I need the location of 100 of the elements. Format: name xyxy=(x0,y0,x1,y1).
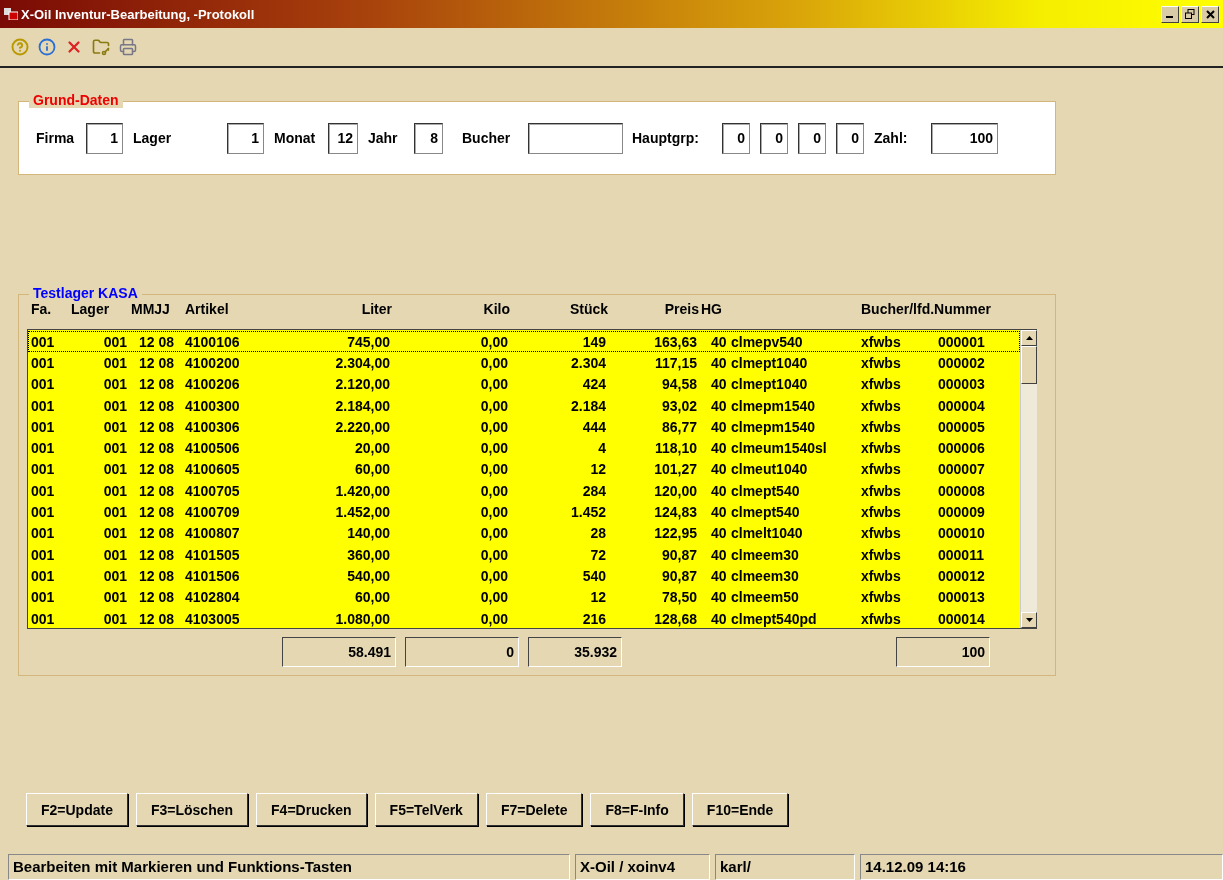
price-cell-text: 163,63 xyxy=(653,333,698,350)
keys-button[interactable] xyxy=(91,37,111,57)
list-row[interactable]: 001 001 12 08 4101505 360,00 0,00 72 90,87 40 clmeem30 xfwbs 000011 xyxy=(28,543,1020,566)
list-row[interactable]: 001 001 12 08 4100200 2.304,00 0,00 2.304 117,15 40 clmept1040 xfwbs 000002 xyxy=(28,352,1020,374)
user-cell-text: xfwbs xyxy=(861,546,902,563)
company-cell-text: 001 xyxy=(31,461,56,478)
price-cell-text: 118,10 xyxy=(653,440,698,457)
price-cell-text: 93,02 xyxy=(660,397,698,414)
column-header: HG xyxy=(701,301,723,319)
scroll-thumb[interactable] xyxy=(1021,346,1037,384)
kilo-cell-text: 0,00 xyxy=(479,461,509,478)
list-row[interactable]: 001 001 12 08 4100206 2.120,00 0,00 424 94,58 40 clmept1040 xfwbs 000003 xyxy=(28,373,1020,395)
number-cell-text: 000006 xyxy=(938,440,986,457)
price-cell-text: 90,87 xyxy=(660,546,698,563)
list-row[interactable]: 001 001 12 08 4101506 540,00 0,00 540 90,87 40 clmeem30 xfwbs 000012 xyxy=(28,565,1020,587)
period-cell-text: 12 08 xyxy=(138,440,176,457)
count-total: 100 xyxy=(896,637,990,667)
liter-cell-text: 2.184,00 xyxy=(334,397,391,414)
company-cell-text: 001 xyxy=(31,589,56,606)
company-cell-text: 001 xyxy=(31,397,56,414)
input-field[interactable]: 8 xyxy=(414,122,443,154)
column-header: Lager xyxy=(71,301,111,319)
list-row[interactable]: 001 001 12 08 4100705 1.420,00 0,00 284 120,00 40 clmept540 xfwbs 000008 xyxy=(28,480,1020,502)
input-field[interactable]: 0 xyxy=(760,122,788,154)
print-button[interactable] xyxy=(118,37,138,57)
restore-icon xyxy=(1185,9,1195,19)
function-key-button[interactable]: F2=Update xyxy=(26,793,128,826)
group-cell-text: 40 xyxy=(710,504,728,520)
kilo-cell-text: 0,00 xyxy=(479,504,509,520)
period-cell-text: 12 08 xyxy=(138,397,176,414)
restore-button[interactable] xyxy=(1181,5,1199,23)
liter-cell-text: 60,00 xyxy=(353,589,391,606)
number-cell-text: 000010 xyxy=(938,525,986,542)
list-row[interactable]: 001 001 12 08 4100807 140,00 0,00 28 122,95 40 clmelt1040 xfwbs 000010 xyxy=(28,522,1020,544)
company-cell-text: 001 xyxy=(31,482,56,499)
folder-key-icon xyxy=(92,38,110,56)
liter-cell-text: 2.120,00 xyxy=(334,376,391,393)
user-cell-text: xfwbs xyxy=(861,610,902,627)
column-header: Stück xyxy=(568,301,609,319)
function-key-button[interactable]: F3=Löschen xyxy=(135,793,249,826)
up-arrow-icon xyxy=(1025,336,1033,340)
user-cell-text: xfwbs xyxy=(861,354,902,371)
info-button[interactable] xyxy=(37,37,57,57)
input-field[interactable]: 0 xyxy=(722,122,750,154)
company-cell-text: 001 xyxy=(31,610,56,627)
input-field[interactable]: 12 xyxy=(328,122,358,154)
function-key-button[interactable]: F8=F-Info xyxy=(590,793,684,826)
group-cell-text: 40 xyxy=(710,333,728,350)
user-cell-text: xfwbs xyxy=(861,418,902,435)
list-row[interactable]: 001 001 12 08 4100506 20,00 0,00 4 118,10 40 clmeum1540sl xfwbs 000006 xyxy=(28,437,1020,459)
warehouse-cell-text: 001 xyxy=(102,461,128,478)
list-row[interactable]: 001 001 12 08 4100709 1.452,00 0,00 1.452 124,83 40 clmept540 xfwbs 000009 xyxy=(28,501,1020,523)
price-cell-text: 101,27 xyxy=(653,461,698,478)
input-field[interactable]: 0 xyxy=(836,122,864,154)
minimize-button[interactable] xyxy=(1161,5,1179,23)
number-cell-text: 000008 xyxy=(938,482,986,499)
list-row[interactable]: 001 001 12 08 4100306 2.220,00 0,00 444 86,77 40 clmepm1540 xfwbs 000005 xyxy=(28,416,1020,438)
kilo-cell-text: 0,00 xyxy=(479,567,509,584)
list-row[interactable]: 001 001 12 08 4103005 1.080,00 0,00 216 128,68 40 clmept540pd xfwbs 000014 xyxy=(28,607,1020,630)
number-cell-text: 000003 xyxy=(938,376,986,393)
period-cell-text: 12 08 xyxy=(138,546,176,563)
piece-cell-text: 2.304 xyxy=(569,354,607,371)
close-icon xyxy=(1205,9,1215,19)
list-row[interactable]: 001 001 12 08 4102804 60,00 0,00 12 78,50 40 clmeem50 xfwbs 000013 xyxy=(28,586,1020,608)
field-label: Jahr xyxy=(368,130,399,146)
scrollbar[interactable] xyxy=(1020,330,1037,628)
input-field[interactable]: 100 xyxy=(931,122,998,154)
period-cell-text: 12 08 xyxy=(138,504,176,520)
kilo-cell-text: 0,00 xyxy=(479,418,509,435)
kilo-cell-text: 0,00 xyxy=(479,546,509,563)
article-cell-text: 4101506 xyxy=(185,567,241,584)
description-cell-text: clmept540pd xyxy=(731,610,818,627)
group-cell-text: 40 xyxy=(710,567,728,584)
period-cell-text: 12 08 xyxy=(138,354,176,371)
list-row[interactable]: 001 001 12 08 4100106 745,00 0,00 149 163,63 40 clmepv540 xfwbs 000001 xyxy=(28,331,1020,353)
list-row[interactable]: 001 001 12 08 4100605 60,00 0,00 12 101,27 40 clmeut1040 xfwbs 000007 xyxy=(28,458,1020,481)
user-cell-text: xfwbs xyxy=(861,397,902,414)
price-cell-text: 78,50 xyxy=(660,589,698,606)
input-field[interactable]: 1 xyxy=(227,122,264,154)
liter-cell-text: 140,00 xyxy=(346,525,391,542)
input-field[interactable] xyxy=(528,122,623,154)
input-field[interactable]: 0 xyxy=(798,122,826,154)
list-row[interactable]: 001 001 12 08 4100300 2.184,00 0,00 2.184 93,02 40 clmepm1540 xfwbs 000004 xyxy=(28,394,1020,417)
liter-cell-text: 2.304,00 xyxy=(334,354,391,371)
column-header: Bucher/lfd.Nummer xyxy=(861,301,992,319)
function-key-button[interactable]: F7=Delete xyxy=(485,793,583,826)
function-key-button[interactable]: F5=TelVerk xyxy=(374,793,478,826)
price-cell-text: 86,77 xyxy=(660,418,698,435)
price-cell-text: 124,83 xyxy=(653,504,698,520)
number-cell-text: 000012 xyxy=(938,567,986,584)
article-cell-text: 4100300 xyxy=(185,397,241,414)
close-button[interactable] xyxy=(1201,5,1219,23)
description-cell-text: clmelt1040 xyxy=(731,525,804,542)
input-field[interactable]: 1 xyxy=(86,122,123,154)
function-key-button[interactable]: F10=Ende xyxy=(691,793,789,826)
piece-cell-text: 444 xyxy=(581,418,607,435)
function-key-button[interactable]: F4=Drucken xyxy=(256,793,367,826)
status-text: karl/ xyxy=(715,854,855,880)
piece-cell-text: 2.184 xyxy=(569,397,607,414)
article-cell-text: 4100705 xyxy=(185,482,241,499)
